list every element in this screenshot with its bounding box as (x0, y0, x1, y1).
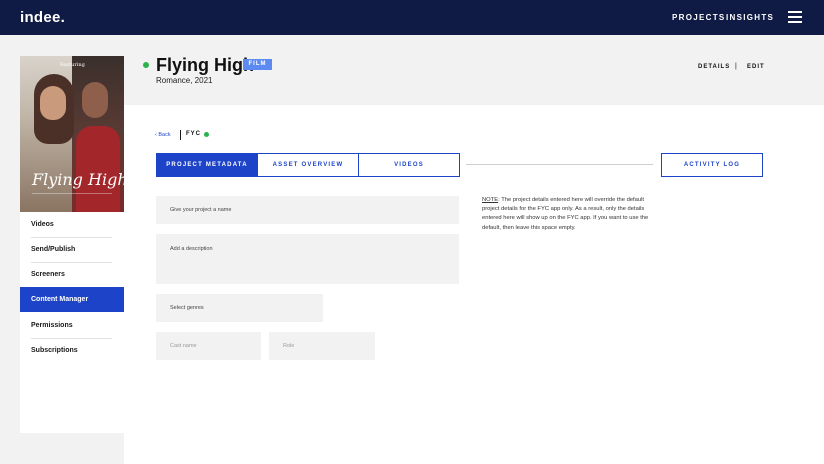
sidebar-item-content-manager[interactable]: Content Manager (20, 287, 124, 312)
project-poster-image: Featuring Flying High (20, 56, 124, 212)
breadcrumb-separator (180, 130, 181, 140)
tab-divider-line (466, 164, 653, 165)
cast-name-input[interactable] (156, 332, 261, 360)
activity-log-button[interactable]: ACTIVITY LOG (661, 153, 763, 177)
header-actions-separator: | (735, 63, 737, 70)
sidebar-item-subscriptions[interactable]: Subscriptions (20, 338, 124, 363)
tab-videos[interactable]: VIDEOS (358, 153, 460, 177)
sidebar-item-permissions[interactable]: Permissions (20, 313, 124, 338)
fyc-override-note: NOTE: The project details entered here w… (482, 196, 652, 233)
project-description-textarea[interactable] (156, 234, 459, 284)
chevron-left-icon: ‹ (155, 132, 157, 138)
genres-select[interactable] (156, 294, 323, 322)
breadcrumb-current: FYC (186, 131, 201, 137)
nav-projects-link[interactable]: PROJECTS (672, 13, 726, 22)
nav-insights-link[interactable]: INSIGHTS (726, 13, 774, 22)
tab-project-metadata[interactable]: PROJECT METADATA (156, 153, 258, 177)
back-link-label: Back (158, 132, 171, 138)
sidebar-item-send-publish[interactable]: Send/Publish (20, 237, 124, 262)
note-text: : The project details entered here will … (482, 197, 649, 231)
sidebar-menu: Videos Send/Publish Screeners Content Ma… (20, 212, 124, 433)
details-link[interactable]: DETAILS (698, 64, 730, 70)
edit-link[interactable]: EDIT (747, 64, 765, 70)
fyc-status-dot (204, 132, 209, 137)
sidebar-item-videos[interactable]: Videos (20, 212, 124, 237)
project-title: Flying High (156, 55, 254, 75)
back-link[interactable]: ‹ Back (155, 132, 171, 138)
note-label: NOTE (482, 197, 499, 203)
project-genre-year: Romance, 2021 (156, 76, 213, 85)
poster-featuring-text: Featuring (60, 62, 85, 68)
indee-logo[interactable]: indee. (20, 9, 65, 26)
project-status-dot (143, 62, 149, 68)
sidebar-item-screeners[interactable]: Screeners (20, 262, 124, 287)
project-name-input[interactable] (156, 196, 459, 224)
role-input[interactable] (269, 332, 375, 360)
film-type-badge: FILM (243, 59, 272, 70)
top-navigation-bar: indee. PROJECTS INSIGHTS (0, 0, 824, 35)
hamburger-menu-icon[interactable] (788, 11, 802, 23)
tab-asset-overview[interactable]: ASSET OVERVIEW (257, 153, 359, 177)
poster-title-text: Flying High (32, 170, 124, 189)
